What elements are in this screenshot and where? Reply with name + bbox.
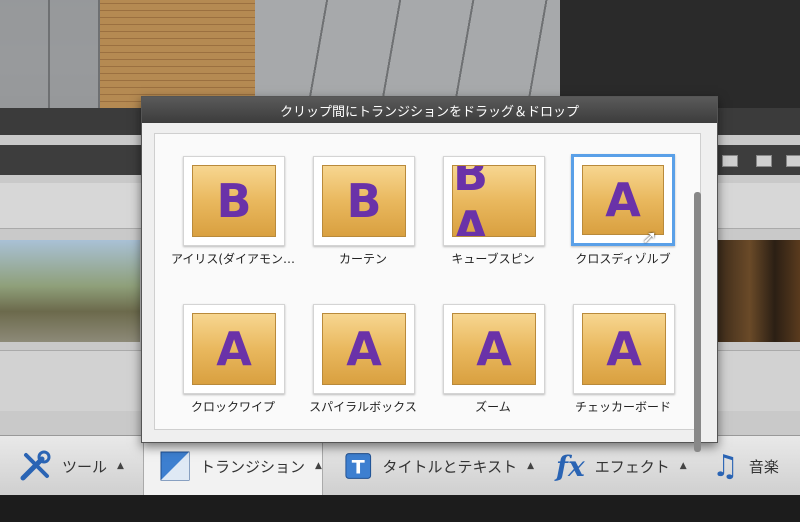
- panel-title: クリップ間にトランジションをドラッグ＆ドロップ: [142, 97, 717, 123]
- titles-button[interactable]: T タイトルとテキスト ▲: [344, 436, 534, 496]
- tools-label: ツール: [62, 457, 108, 476]
- video-clip-right[interactable]: [716, 240, 800, 342]
- transition-item[interactable]: A チェッカーボード: [563, 304, 683, 434]
- transition-item[interactable]: B アイリス(ダイアモン…: [171, 156, 295, 286]
- transition-label: キューブスピン: [451, 252, 535, 266]
- transition-label: ズーム: [475, 400, 511, 414]
- transition-label: アイリス(ダイアモン…: [170, 252, 296, 266]
- effects-icon: fx: [556, 449, 585, 483]
- transitions-panel: クリップ間にトランジションをドラッグ＆ドロップ B アイリス(ダイアモン… B カーテ…: [141, 96, 718, 452]
- action-bar: ツール ▲ トランジション ▲ T タイトルとテキスト ▲ fx エフェクト ▲…: [0, 435, 800, 496]
- transition-item[interactable]: A ズーム: [433, 304, 553, 434]
- titles-label: タイトルとテキスト: [382, 457, 518, 476]
- tools-button[interactable]: ツール ▲: [18, 436, 140, 496]
- status-bar: [0, 495, 800, 522]
- transition-label: クロスディゾルブ: [575, 252, 671, 266]
- titles-icon: T: [345, 453, 372, 479]
- zoom-transition-icon: A: [452, 313, 536, 385]
- preview-pavement-left: [0, 0, 100, 108]
- transition-thumbnail[interactable]: B: [183, 156, 285, 246]
- iris-transition-icon: B: [192, 165, 276, 237]
- timeline-grid-icon[interactable]: [756, 155, 772, 167]
- music-note-icon: ♫: [712, 448, 739, 484]
- transition-label: カーテン: [338, 252, 387, 266]
- spiral-box-transition-icon: A: [322, 313, 406, 385]
- panel-scrollbar[interactable]: [694, 192, 701, 452]
- transition-thumbnail[interactable]: A: [573, 304, 675, 394]
- music-label: 音楽: [748, 457, 779, 476]
- effects-label: エフェクト: [594, 457, 670, 476]
- transition-thumbnail[interactable]: B: [313, 156, 415, 246]
- transition-label: クロックワイプ: [190, 400, 275, 414]
- timeline-view-icon[interactable]: [722, 155, 738, 167]
- transitions-grid: B アイリス(ダイアモン… B カーテン B A キューブスピン A ➚ クロスディゾルブ A クロ…: [154, 133, 701, 452]
- transition-item[interactable]: A クロックワイプ: [173, 304, 293, 434]
- cube-spin-transition-icon: B A: [452, 165, 536, 237]
- transition-thumbnail[interactable]: A ➚: [571, 154, 675, 248]
- titles-caret-icon: ▲: [527, 461, 534, 471]
- transition-thumbnail[interactable]: A: [183, 304, 285, 394]
- transition-label: スパイラルボックス: [309, 400, 417, 414]
- preview-side-panel: [560, 0, 800, 108]
- tools-caret-icon: ▲: [117, 461, 124, 471]
- preview-pavement-right: [255, 0, 560, 108]
- tools-icon: [20, 450, 51, 481]
- transition-item[interactable]: B カーテン: [303, 156, 423, 286]
- transition-thumbnail[interactable]: A: [313, 304, 415, 394]
- transition-label: チェッカーボード: [574, 400, 671, 414]
- transition-item[interactable]: A スパイラルボックス: [303, 304, 423, 434]
- checkerboard-transition-icon: A: [582, 313, 666, 385]
- svg-text:T: T: [352, 457, 365, 479]
- effects-button[interactable]: fx エフェクト ▲: [556, 436, 687, 496]
- transitions-icon: [160, 451, 190, 481]
- cross-dissolve-transition-icon: A: [582, 165, 664, 235]
- clock-wipe-transition-icon: A: [192, 313, 276, 385]
- curtain-transition-icon: B: [322, 165, 406, 237]
- transition-thumbnail[interactable]: B A: [443, 156, 545, 246]
- transition-thumbnail[interactable]: A: [443, 304, 545, 394]
- transitions-caret-icon: ▲: [315, 461, 322, 471]
- timeline-zoom-icon[interactable]: [786, 155, 800, 167]
- mouse-cursor-icon: ➚: [642, 227, 658, 248]
- effects-caret-icon: ▲: [679, 461, 687, 471]
- video-clip-left[interactable]: [0, 240, 140, 342]
- music-button[interactable]: ♫ 音楽: [712, 436, 800, 496]
- transitions-button[interactable]: トランジション ▲: [143, 436, 323, 496]
- transition-item[interactable]: A ➚ クロスディゾルブ: [563, 154, 683, 286]
- preview-brick-path: [100, 0, 255, 108]
- transitions-label: トランジション: [200, 457, 306, 476]
- transition-item[interactable]: B A キューブスピン: [433, 156, 553, 286]
